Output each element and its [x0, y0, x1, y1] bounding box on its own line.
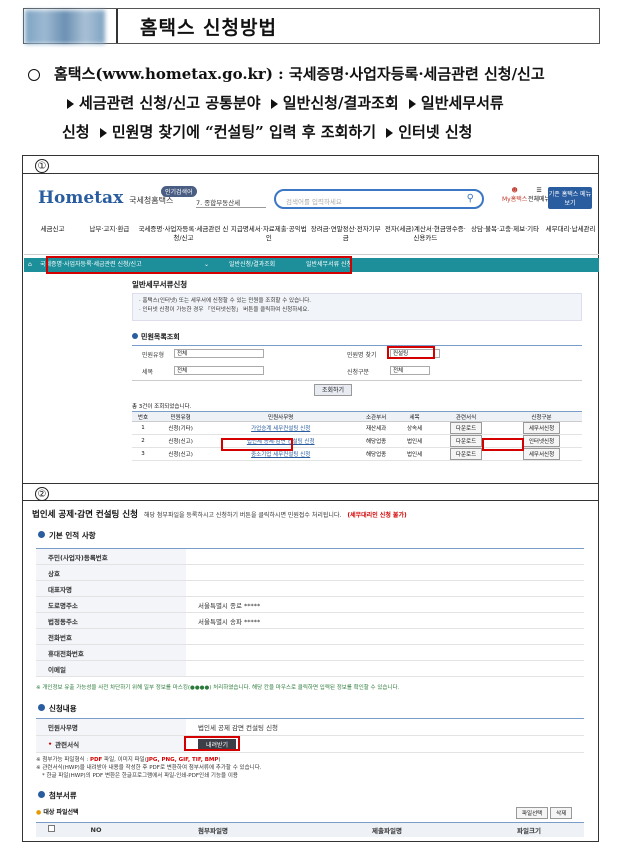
nav-item[interactable]: 납부·고지·환급 — [81, 219, 138, 254]
step2-screenshot: 법인세 공제·감면 컨설팅 신청 해당 첨부파일을 등록하시고 신청하기 버튼을 … — [24, 502, 599, 842]
personal-info-heading: 기본 인적 사항 — [38, 530, 96, 541]
step2-label: ② — [23, 483, 598, 501]
circle-bullet-icon — [28, 69, 40, 81]
file-select-button[interactable]: 파일선택 — [516, 807, 549, 819]
result-count: 총 3건이 조회되었습니다. — [132, 404, 192, 410]
intro-line3: 신청 민원명 찾기에 “컨설팅” 입력 후 조회하기 인터넷 신청 — [62, 123, 473, 141]
page-title: 홈택스 신청방법 — [140, 16, 277, 39]
info-row: 대표자명 — [36, 581, 584, 597]
apply-select[interactable]: 전체 — [390, 366, 430, 375]
home-icon[interactable]: ⌂ — [28, 258, 32, 272]
nav-item[interactable]: 세금신고 — [24, 219, 81, 254]
type-select[interactable]: 전체 — [174, 349, 264, 358]
personal-info-table: 주민(사업자)등록번호 상호 대표자명 도로명주소 서울특별시 종로 ***** … — [36, 548, 584, 677]
nav-item[interactable]: 장려금·연말정산·전자기부금 — [309, 219, 383, 254]
apply-button[interactable]: 세무서신청 — [522, 448, 561, 460]
arrow-right-icon — [67, 99, 74, 109]
intro-line1: 홈택스(www.hometax.go.kr) : 국세증명·사업자등록·세금관련… — [54, 65, 545, 83]
hometax-header: Hometax 국세청홈택스 인기검색어 7. 종합부동산세 검색어를 입력하세… — [24, 175, 599, 215]
form-title: 법인세 공제·감면 컨설팅 신청 해당 첨부파일을 등록하시고 신청하기 버튼을 … — [32, 510, 407, 520]
search-input[interactable]: 검색어를 입력하세요 ⚲ — [274, 189, 484, 209]
table-row: 1 신청(기타) 가업승계 세무컨설팅 신청 재산세과 상속세 다운로드 세무서신청 — [132, 421, 582, 435]
result-table: 번호 민원유형 민원사무명 소관부서 세목 관련서식 신청구분 1 신청(기타) 가업승계 세무… — [132, 411, 582, 461]
select-all-checkbox[interactable] — [47, 825, 55, 833]
info-row: 도로명주소 서울특별시 종로 ***** — [36, 597, 584, 613]
info-box: · 홈택스(인터넷) 또는 세무서에 신청할 수 있는 민원을 조회할 수 있습… — [132, 293, 582, 321]
request-heading: 신청내용 — [38, 703, 77, 714]
intro-text: 홈택스(www.hometax.go.kr) : 국세증명·사업자등록·세금관련… — [28, 60, 603, 147]
delete-button[interactable]: 삭제 — [550, 807, 573, 819]
title-box: 홈택스 신청방법 — [116, 9, 599, 43]
masking-note: ※ 개인정보 유출 가능성을 사전 차단하기 위해 일부 정보를 마스킹(●●●… — [36, 685, 400, 691]
info-row: 상호 — [36, 565, 584, 581]
file-buttons: 파일선택 삭제 — [516, 807, 573, 819]
complaint-link[interactable]: 가업승계 세무컨설팅 신청 — [207, 421, 355, 435]
apply-button[interactable]: 세무서신청 — [522, 422, 561, 434]
screenshot-frame: ① Hometax 국세청홈택스 인기검색어 7. 종합부동산세 검색어를 입력… — [22, 155, 599, 842]
nav-item[interactable]: 국세증명·사업자등록·세금관련 신청/신고 — [138, 219, 229, 254]
info-row: 휴대전화번호 — [36, 645, 584, 661]
download-button[interactable]: 다운로드 — [449, 448, 483, 460]
list-search-heading: 민원목록조회 — [132, 332, 180, 342]
file-note: ※ 첨부가능 파일형식 : PDF 파일, 이미지 파일(JPG, PNG, G… — [36, 757, 262, 779]
download-button[interactable]: 다운로드 — [449, 435, 483, 447]
tax-select[interactable]: 전체 — [174, 366, 264, 375]
download-button[interactable]: 다운로드 — [449, 422, 483, 434]
search-icon[interactable]: ⚲ — [467, 193, 474, 204]
info-row: 전화번호 — [36, 629, 584, 645]
popular-keyword-select[interactable]: 7. 종합부동산세 — [196, 197, 266, 208]
popular-keyword-pill: 인기검색어 — [161, 186, 197, 197]
main-nav: 세금신고 납부·고지·환급 국세증명·사업자등록·세금관련 신청/신고 지급명세… — [24, 219, 599, 255]
circle-bullet-icon: ● — [36, 809, 42, 816]
info-row: 이메일 — [36, 661, 584, 677]
info-row: 법정동주소 서울특별시 송파 ***** — [36, 613, 584, 629]
all-menu-button[interactable]: ☰ 전체메뉴 — [528, 187, 550, 203]
title-bar: 홈택스 신청방법 — [23, 8, 600, 44]
highlight-box — [387, 346, 435, 359]
intro-line2: 세금관련 신청/신고 공통분야 일반신청/결과조회 일반세무서류 — [28, 89, 603, 118]
attachment-table: NO 첨부파일명 제출파일명 파일크기 — [36, 822, 584, 837]
info-row: 주민(사업자)등록번호 — [36, 549, 584, 565]
step1-label: ① — [23, 156, 598, 174]
request-table: 민원사무명 법인세 공제 감면 컨설팅 신청 • 관련서식 내려받기 — [36, 718, 584, 753]
arrow-right-icon — [386, 128, 394, 138]
search-form: 민원유형 전체 민원명 찾기 컨설팅 세목 전체 신청구분 전체 — [132, 345, 582, 381]
blurred-logo — [25, 10, 105, 44]
old-menu-button[interactable]: 기존 홈택스 메뉴 보기 — [548, 187, 592, 209]
apply-button[interactable]: 인터넷신청 — [522, 435, 561, 447]
info-row: • 관련서식 내려받기 — [36, 736, 584, 753]
step1-screenshot: Hometax 국세청홈택스 인기검색어 7. 종합부동산세 검색어를 입력하세… — [24, 175, 599, 483]
nav-item[interactable]: 상담·불복·고충·제보·기타 — [468, 219, 542, 254]
attachments-heading: 첨부서류 — [38, 790, 77, 801]
arrow-right-icon — [270, 99, 278, 109]
nav-item[interactable]: 세무대리·납세관리 — [542, 219, 599, 254]
highlight-box — [184, 736, 240, 751]
file-select-label: ● 대상 파일선택 — [36, 809, 79, 816]
section-title: 일반세무서류신청 — [132, 280, 188, 289]
nav-item[interactable]: 전자(세금)계산서·현금영수증·신용카드 — [383, 219, 468, 254]
hometax-logo[interactable]: Hometax 국세청홈택스 — [38, 188, 173, 208]
highlight-box — [221, 438, 293, 451]
my-hometax-link[interactable]: ☻ My홈택스 — [502, 187, 527, 203]
highlight-box — [46, 256, 352, 274]
arrow-right-icon — [99, 128, 107, 138]
info-row: 민원사무명 법인세 공제 감면 컨설팅 신청 — [36, 719, 584, 736]
nav-item[interactable]: 지급명세서·자료제출·공익법인 — [229, 219, 309, 254]
arrow-right-icon — [408, 99, 416, 109]
highlight-box — [482, 438, 524, 451]
inquiry-button[interactable]: 조회하기 — [314, 384, 352, 396]
